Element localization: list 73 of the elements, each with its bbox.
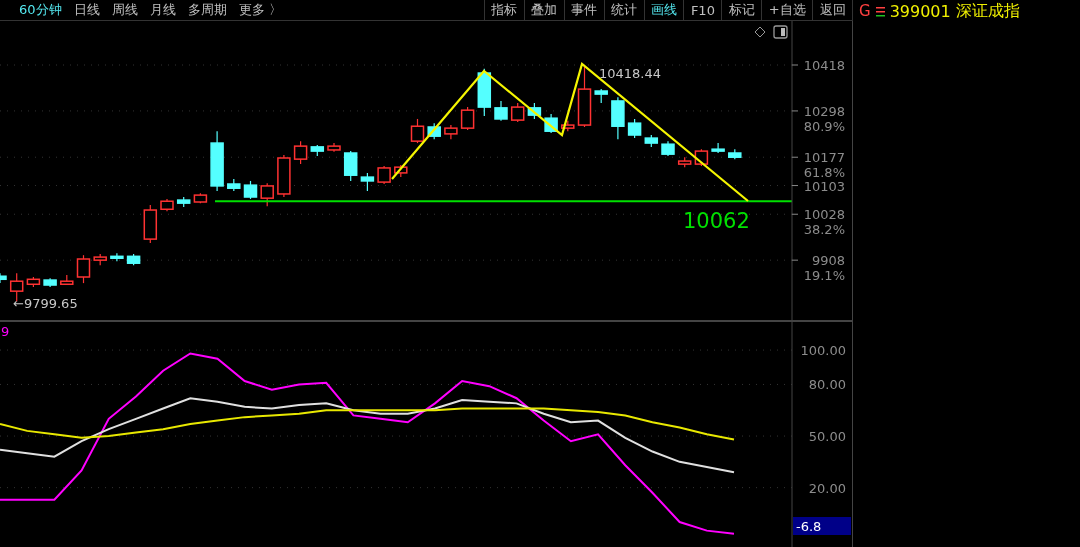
indicator-axis-label: 20.00 — [808, 480, 846, 496]
candle — [611, 96, 625, 140]
security-name: 深证成指 — [955, 0, 1020, 22]
candle — [43, 277, 57, 288]
candle — [661, 140, 675, 157]
candle — [561, 120, 575, 132]
candle — [677, 156, 692, 168]
candle — [277, 154, 291, 198]
candle — [126, 253, 141, 266]
candle — [227, 178, 241, 192]
candle — [160, 198, 174, 212]
menu-icon[interactable] — [875, 5, 885, 17]
current-value-badge — [793, 517, 851, 535]
candle — [427, 122, 441, 140]
price-axis-label: 10298 80.9% — [803, 103, 845, 134]
indicator-axis-label: 80.00 — [808, 377, 846, 393]
panel-toggle-icon[interactable] — [773, 25, 788, 39]
candle — [544, 113, 558, 134]
price-axis-label: 10177 61.8% — [803, 150, 845, 181]
support-price-label: 10062 — [683, 209, 750, 234]
period-tab[interactable]: 60分钟 — [13, 1, 68, 19]
low-price-label: ←9799.65 — [13, 296, 78, 311]
indicator-axis-label: 100.00 — [800, 343, 846, 359]
candle — [577, 64, 592, 128]
candle — [377, 165, 391, 185]
candle — [176, 196, 191, 208]
candle — [594, 88, 608, 104]
candle — [444, 124, 458, 140]
indicator-axis-label: 50.00 — [808, 429, 846, 445]
candle — [0, 272, 7, 284]
candle — [60, 274, 74, 286]
candle — [193, 192, 208, 204]
candle — [243, 180, 258, 200]
candle — [728, 148, 742, 160]
candle — [93, 253, 107, 266]
candle — [293, 140, 308, 165]
indicator-label: 9 — [1, 324, 10, 339]
price-axis-label: 9908 19.1% — [803, 253, 845, 284]
candle — [627, 118, 642, 139]
high-price-label: 10418.44 — [599, 66, 662, 81]
candle — [143, 204, 158, 244]
candle — [711, 142, 725, 154]
candle — [260, 182, 274, 207]
candle — [327, 142, 341, 153]
support-line[interactable] — [214, 200, 793, 203]
period-tab[interactable]: 多周期 — [181, 1, 233, 19]
candle — [210, 130, 224, 192]
candle — [360, 172, 375, 192]
candle — [527, 102, 542, 120]
current-value-text: -6.8 — [796, 519, 822, 534]
candle — [343, 150, 358, 182]
period-tab[interactable]: 日线 — [67, 1, 106, 19]
candle — [110, 252, 124, 262]
security-code: 399001 — [889, 1, 951, 21]
period-tab[interactable]: 周线 — [105, 1, 144, 19]
price-axis-label: 10028 38.2% — [803, 207, 845, 238]
price-axis-label: 10103 — [803, 178, 845, 194]
candle — [494, 100, 508, 122]
period-tab[interactable]: 月线 — [143, 1, 182, 19]
candle — [26, 276, 41, 288]
candle — [310, 144, 325, 157]
diamond-icon[interactable] — [754, 26, 766, 38]
flag-letter: G — [859, 2, 871, 20]
trend-line[interactable] — [391, 62, 749, 202]
candle — [394, 164, 408, 178]
candle — [460, 106, 475, 131]
candle — [76, 254, 91, 284]
candle — [644, 134, 659, 148]
period-tab[interactable]: 更多 〉 — [232, 1, 288, 19]
candle — [510, 102, 525, 123]
price-axis-label: 10418 — [803, 58, 845, 73]
candle — [410, 118, 425, 144]
candle — [477, 68, 492, 117]
